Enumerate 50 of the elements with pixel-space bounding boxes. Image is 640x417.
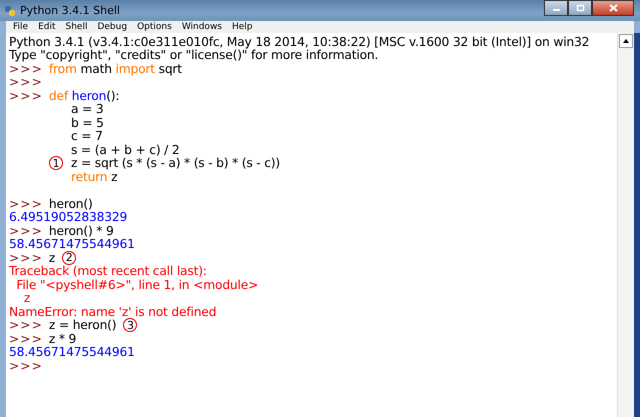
code-text: z = sqrt (s * (s - a) * (s - b) * (s - c)) [71, 156, 280, 170]
menu-item[interactable]: File [8, 22, 34, 32]
error-text: File "<pyshell#6>", line 1, in <module> [15, 278, 258, 292]
prompt: >>> [9, 250, 43, 265]
close-icon [608, 4, 618, 12]
prompt: >>> [9, 332, 43, 346]
code-text: def heron(): [48, 88, 120, 103]
code-text: a = 3 [71, 102, 104, 116]
error-text: z [22, 291, 30, 306]
code-text: b = 5 [71, 116, 104, 130]
menu-item[interactable]: Help [227, 22, 258, 32]
code-text: return z [71, 170, 118, 184]
circled-number: 1 [49, 156, 63, 170]
output-text: Python 3.4.1 (v3.4.1:c0e311e010fc, May 18 2014, 10:38:22) [MSC v.1600 32 bit (Intel)] on win32 [9, 34, 590, 49]
prompt: >>> [9, 318, 43, 332]
prompt: >>> [9, 75, 43, 90]
menu-item[interactable]: Options [132, 22, 177, 32]
prompt: >>> [9, 358, 43, 373]
menu-item[interactable]: Shell [60, 22, 92, 32]
maximize-icon [576, 4, 584, 12]
output-text: 58.45671475544961 [9, 237, 135, 252]
error-text: NameError: name 'z' is not defined [9, 304, 216, 319]
menu-item[interactable]: Windows [176, 22, 227, 32]
up-arrow-icon [623, 39, 629, 43]
circled-number: 2 [62, 250, 76, 265]
error-text: Traceback (most recent call last): [9, 264, 207, 278]
circled-number: 3 [123, 318, 138, 332]
code-text: heron() [48, 196, 93, 211]
minimize-button[interactable] [544, 0, 568, 16]
prompt: >>> [9, 88, 43, 103]
window-title: Python 3.4.1 Shell [20, 4, 120, 17]
code-text: z * 9 [48, 332, 76, 346]
scrollbar[interactable] [617, 33, 634, 417]
prompt: >>> [9, 62, 43, 76]
output-text: 58.45671475544961 [9, 345, 135, 360]
python-icon [4, 4, 16, 16]
close-button[interactable] [592, 0, 634, 16]
output-text: 6.49519052838329 [9, 210, 128, 224]
menu-item[interactable]: Edit [33, 22, 60, 32]
code-text: z [48, 250, 56, 265]
code-text: heron() * 9 [48, 224, 114, 238]
prompt: >>> [9, 224, 43, 238]
menu-item[interactable]: Debug [92, 22, 132, 32]
code-text: c = 7 [71, 129, 103, 144]
code-text: z = heron() [48, 318, 116, 332]
code-text: s = (a + b + c) / 2 [71, 142, 180, 157]
maximize-button[interactable] [568, 0, 592, 16]
code-text: from math import sqrt [48, 62, 182, 76]
output-text: Type "copyright", "credits" or "license()" for more information. [9, 48, 378, 62]
prompt: >>> [9, 196, 43, 211]
